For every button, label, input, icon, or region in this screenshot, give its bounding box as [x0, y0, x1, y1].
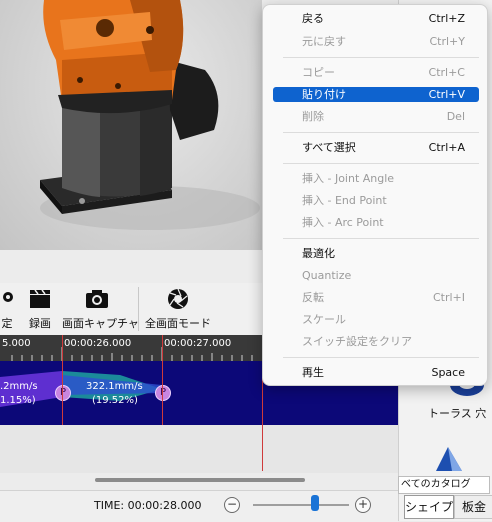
- menu-item-label: Quantize: [302, 269, 352, 282]
- menu-separator: [283, 57, 479, 58]
- menu-item-reverse[interactable]: 反転 Ctrl+I: [273, 290, 479, 305]
- record-button[interactable]: 録画: [24, 283, 56, 335]
- screen-capture-button[interactable]: 画面キャプチャ: [62, 283, 139, 335]
- menu-separator: [283, 163, 479, 164]
- menu-item-label: 削除: [302, 110, 324, 123]
- menu-item-shortcut: Space: [431, 366, 465, 379]
- menu-item-insert-joint-angle[interactable]: 挿入 - Joint Angle: [273, 171, 479, 186]
- menu-item-label: 挿入 - Arc Point: [302, 216, 384, 229]
- clapperboard-icon: [30, 289, 50, 308]
- menu-item-label: 戻る: [302, 12, 324, 25]
- menu-item-label: 挿入 - End Point: [302, 194, 387, 207]
- menu-item-play[interactable]: 再生 Space: [273, 365, 479, 380]
- menu-item-label: 貼り付け: [302, 88, 346, 101]
- zoom-slider-track[interactable]: [253, 504, 349, 506]
- toolbar-divider: [138, 287, 139, 331]
- record-label: 録画: [29, 317, 51, 330]
- menu-item-label: 最適化: [302, 247, 335, 260]
- menu-item-label: スケール: [302, 313, 346, 326]
- menu-separator: [283, 238, 479, 239]
- status-bar: TIME: 00:00:28.000 − +: [0, 490, 398, 522]
- menu-item-shortcut: Ctrl+V: [428, 88, 465, 101]
- fullscreen-mode-label: 全画面モード: [145, 317, 211, 330]
- gear-icon: [3, 292, 13, 302]
- waypoint-marker[interactable]: P: [55, 385, 71, 401]
- menu-item-shortcut: Ctrl+I: [432, 291, 465, 304]
- menu-item-shortcut: Ctrl+C: [428, 66, 465, 79]
- menu-item-shortcut: Ctrl+Y: [429, 35, 465, 48]
- keyframe-line: [62, 335, 63, 425]
- cone-shape-icon[interactable]: [430, 443, 470, 475]
- menu-item-label: 反転: [302, 291, 324, 304]
- menu-item-scale[interactable]: スケール: [273, 312, 479, 327]
- menu-item-optimize[interactable]: 最適化: [273, 246, 479, 261]
- 3d-viewport[interactable]: [0, 0, 262, 250]
- menu-item-shortcut: Ctrl+A: [428, 141, 465, 154]
- menu-item-delete[interactable]: 削除 Del: [273, 109, 479, 124]
- menu-item-label: コピー: [302, 66, 335, 79]
- fullscreen-mode-button[interactable]: 全画面モード: [144, 283, 212, 335]
- zoom-out-button[interactable]: −: [224, 497, 240, 513]
- menu-separator: [283, 357, 479, 358]
- segment-percent-label: (19.52%): [92, 395, 138, 406]
- menu-item-redo[interactable]: 元に戻す Ctrl+Y: [273, 34, 479, 49]
- current-time-readout: TIME: 00:00:28.000: [94, 499, 202, 512]
- menu-item-insert-end-point[interactable]: 挿入 - End Point: [273, 193, 479, 208]
- settings-label: 定: [1, 317, 13, 330]
- menu-item-label: 挿入 - Joint Angle: [302, 172, 395, 185]
- segment-percent-label: 1.15%): [0, 395, 36, 406]
- menu-item-shortcut: Ctrl+Z: [428, 12, 465, 25]
- timeline-scrollbar[interactable]: [95, 478, 305, 482]
- tab-sheet-metal[interactable]: 板金: [454, 495, 492, 519]
- menu-separator: [283, 132, 479, 133]
- menu-item-copy[interactable]: コピー Ctrl+C: [273, 65, 479, 80]
- menu-item-paste[interactable]: 貼り付け Ctrl+V: [273, 87, 479, 102]
- robot-arm-model: [40, 0, 260, 230]
- segment-speed-label: .2mm/s: [0, 381, 38, 392]
- menu-item-label: すべて選択: [302, 141, 356, 154]
- menu-item-label: 再生: [302, 366, 324, 379]
- zoom-slider-thumb[interactable]: [311, 495, 319, 511]
- menu-item-shortcut: Del: [446, 110, 465, 123]
- screen-capture-label: 画面キャプチャ: [62, 317, 139, 330]
- aperture-icon: [168, 288, 188, 309]
- camera-icon: [86, 290, 108, 308]
- catalog-selector[interactable]: べてのカタログ: [398, 476, 490, 494]
- menu-item-undo[interactable]: 戻る Ctrl+Z: [273, 11, 479, 26]
- menu-item-clear-switch-settings[interactable]: スイッチ設定をクリア: [273, 334, 479, 349]
- tab-shape[interactable]: シェイプ: [404, 495, 454, 519]
- keyframe-line: [162, 335, 163, 425]
- torus-hole-label: トーラス 穴: [428, 407, 487, 420]
- menu-item-select-all[interactable]: すべて選択 Ctrl+A: [273, 140, 479, 155]
- menu-item-insert-arc-point[interactable]: 挿入 - Arc Point: [273, 215, 479, 230]
- empty-track-area[interactable]: [0, 425, 398, 473]
- waypoint-marker[interactable]: P: [155, 385, 171, 401]
- segment-speed-label: 322.1mm/s: [86, 381, 143, 392]
- menu-item-quantize[interactable]: Quantize: [273, 268, 479, 283]
- context-menu: 戻る Ctrl+Z 元に戻す Ctrl+Y コピー Ctrl+C 貼り付け Ct…: [262, 4, 488, 386]
- zoom-in-button[interactable]: +: [355, 497, 371, 513]
- menu-item-label: 元に戻す: [302, 35, 346, 48]
- settings-button[interactable]: 定: [0, 283, 14, 335]
- menu-item-label: スイッチ設定をクリア: [302, 335, 412, 348]
